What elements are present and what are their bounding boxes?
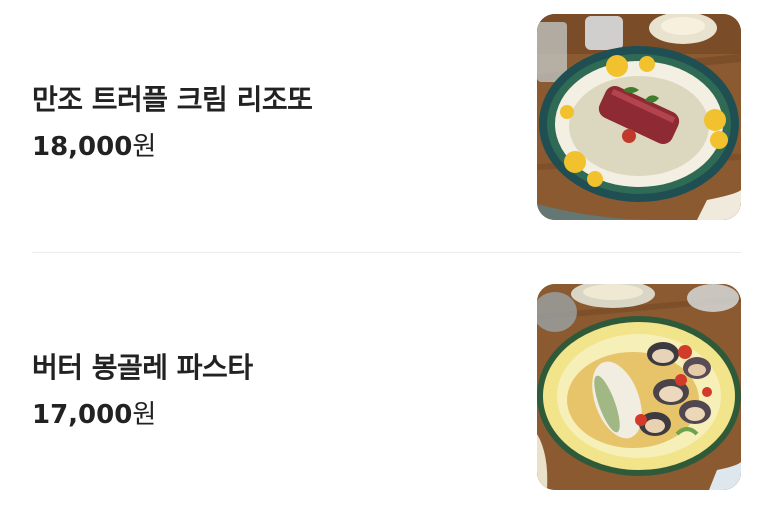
divider bbox=[32, 252, 741, 253]
price-value: 18,000 bbox=[32, 132, 133, 162]
vongole-pasta-photo-image bbox=[537, 284, 741, 490]
price-currency: 원 bbox=[132, 400, 157, 430]
menu-item-price: 18,000원 bbox=[32, 126, 156, 163]
menu-item-risotto[interactable]: 만조 트러플 크림 리조또 18,000원 bbox=[32, 14, 741, 220]
risotto-photo-image bbox=[537, 14, 741, 220]
menu-item-vongole[interactable]: 버터 봉골레 파스타 17,000원 bbox=[32, 284, 741, 490]
menu-list: 만조 트러플 크림 리조또 18,000원 버터 봉골레 파스타 17,000원 bbox=[0, 0, 773, 509]
menu-item-name: 버터 봉골레 파스타 bbox=[32, 351, 253, 384]
price-value: 17,000 bbox=[32, 400, 133, 430]
menu-item-photo-vongole[interactable] bbox=[537, 284, 741, 490]
menu-item-photo-risotto[interactable] bbox=[537, 14, 741, 220]
price-currency: 원 bbox=[132, 132, 157, 162]
menu-item-price: 17,000원 bbox=[32, 394, 156, 431]
menu-item-name: 만조 트러플 크림 리조또 bbox=[32, 83, 313, 116]
